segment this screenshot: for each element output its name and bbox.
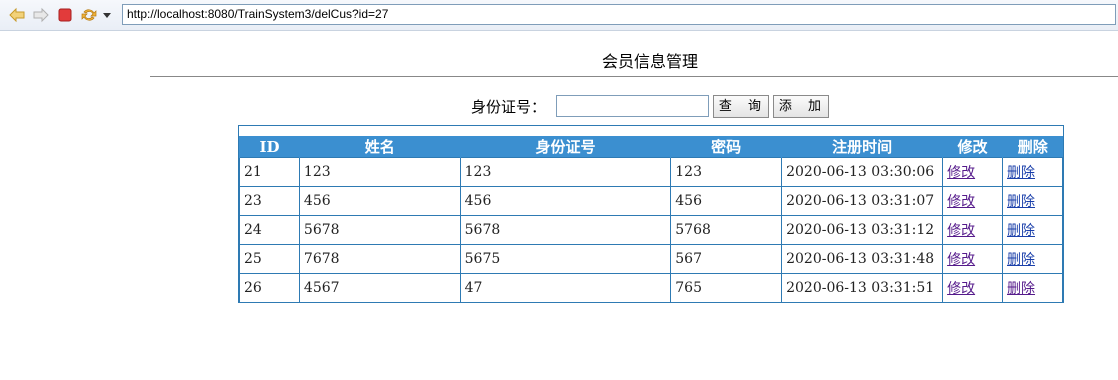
header-idcard: 身份证号	[459, 136, 671, 158]
cell-id: 24	[239, 215, 300, 245]
stop-icon[interactable]	[56, 6, 74, 24]
cell-edit: 修改	[942, 215, 1004, 245]
cell-delete: 删除	[1002, 244, 1063, 274]
edit-link[interactable]: 修改	[947, 194, 975, 210]
edit-link[interactable]: 修改	[947, 252, 975, 268]
header-edit: 修改	[942, 136, 1003, 158]
cell-name: 5678	[298, 215, 461, 245]
query-button[interactable]: 查 询	[713, 95, 769, 118]
cell-password: 5768	[670, 215, 783, 245]
cell-password: 456	[670, 186, 783, 216]
member-table: ID 姓名 身份证号 密码 注册时间 修改 删除 21 123 123 123 …	[238, 125, 1064, 303]
delete-link[interactable]: 删除	[1007, 252, 1035, 268]
cell-edit: 修改	[942, 157, 1004, 187]
cell-id: 21	[239, 157, 300, 187]
cell-password: 123	[670, 157, 783, 187]
cell-register-time: 2020-06-13 03:31:07	[781, 186, 944, 216]
edit-link[interactable]: 修改	[947, 165, 975, 181]
cell-register-time: 2020-06-13 03:31:48	[781, 244, 944, 274]
cell-idcard: 123	[459, 157, 672, 187]
table-row: 21 123 123 123 2020-06-13 03:30:06 修改 删除	[239, 157, 1063, 187]
cell-delete: 删除	[1002, 157, 1063, 187]
cell-id: 23	[239, 186, 300, 216]
browser-toolbar: http://localhost:8080/TrainSystem3/delCu…	[0, 0, 1118, 31]
delete-link[interactable]: 删除	[1007, 194, 1035, 210]
add-button[interactable]: 添 加	[773, 95, 829, 118]
cell-register-time: 2020-06-13 03:31:51	[781, 273, 944, 303]
cell-register-time: 2020-06-13 03:30:06	[781, 157, 944, 187]
cell-name: 456	[298, 186, 461, 216]
back-arrow-icon[interactable]	[8, 6, 26, 24]
title-divider	[150, 76, 1118, 77]
cell-edit: 修改	[942, 186, 1004, 216]
cell-id: 26	[239, 273, 300, 303]
page-title: 会员信息管理	[601, 52, 698, 71]
cell-idcard: 456	[459, 186, 672, 216]
cell-delete: 删除	[1002, 273, 1063, 303]
cell-password: 765	[670, 273, 783, 303]
cell-register-time: 2020-06-13 03:31:12	[781, 215, 944, 245]
cell-name: 4567	[298, 273, 461, 303]
idcard-search-label: 身份证号：	[471, 98, 547, 116]
cell-password: 567	[670, 244, 783, 274]
edit-link[interactable]: 修改	[947, 281, 975, 297]
table-row: 26 4567 47 765 2020-06-13 03:31:51 修改 删除	[239, 273, 1063, 303]
cell-id: 25	[239, 244, 300, 274]
url-field[interactable]: http://localhost:8080/TrainSystem3/delCu…	[122, 4, 1116, 25]
header-password: 密码	[670, 136, 782, 158]
header-id: ID	[239, 136, 300, 158]
cell-name: 7678	[298, 244, 461, 274]
table-row: 24 5678 5678 5768 2020-06-13 03:31:12 修改…	[239, 215, 1063, 245]
cell-delete: 删除	[1002, 215, 1063, 245]
cell-name: 123	[298, 157, 461, 187]
table-row: 23 456 456 456 2020-06-13 03:31:07 修改 删除	[239, 186, 1063, 216]
header-delete: 删除	[1002, 136, 1063, 158]
cell-idcard: 5678	[459, 215, 672, 245]
delete-link[interactable]: 删除	[1007, 281, 1035, 297]
edit-link[interactable]: 修改	[947, 223, 975, 239]
cell-delete: 删除	[1002, 186, 1063, 216]
header-register-time: 注册时间	[781, 136, 943, 158]
cell-idcard: 47	[459, 273, 672, 303]
forward-arrow-icon[interactable]	[32, 6, 50, 24]
delete-link[interactable]: 删除	[1007, 223, 1035, 239]
refresh-icon[interactable]	[80, 6, 98, 24]
cell-idcard: 5675	[459, 244, 672, 274]
delete-link[interactable]: 删除	[1007, 165, 1035, 181]
cell-edit: 修改	[942, 244, 1004, 274]
dropdown-icon[interactable]	[100, 6, 114, 24]
table-row: 25 7678 5675 567 2020-06-13 03:31:48 修改 …	[239, 244, 1063, 274]
idcard-search-input[interactable]	[556, 95, 709, 117]
cell-edit: 修改	[942, 273, 1004, 303]
table-header-row: ID 姓名 身份证号 密码 注册时间 修改 删除	[239, 136, 1063, 158]
header-name: 姓名	[298, 136, 461, 158]
